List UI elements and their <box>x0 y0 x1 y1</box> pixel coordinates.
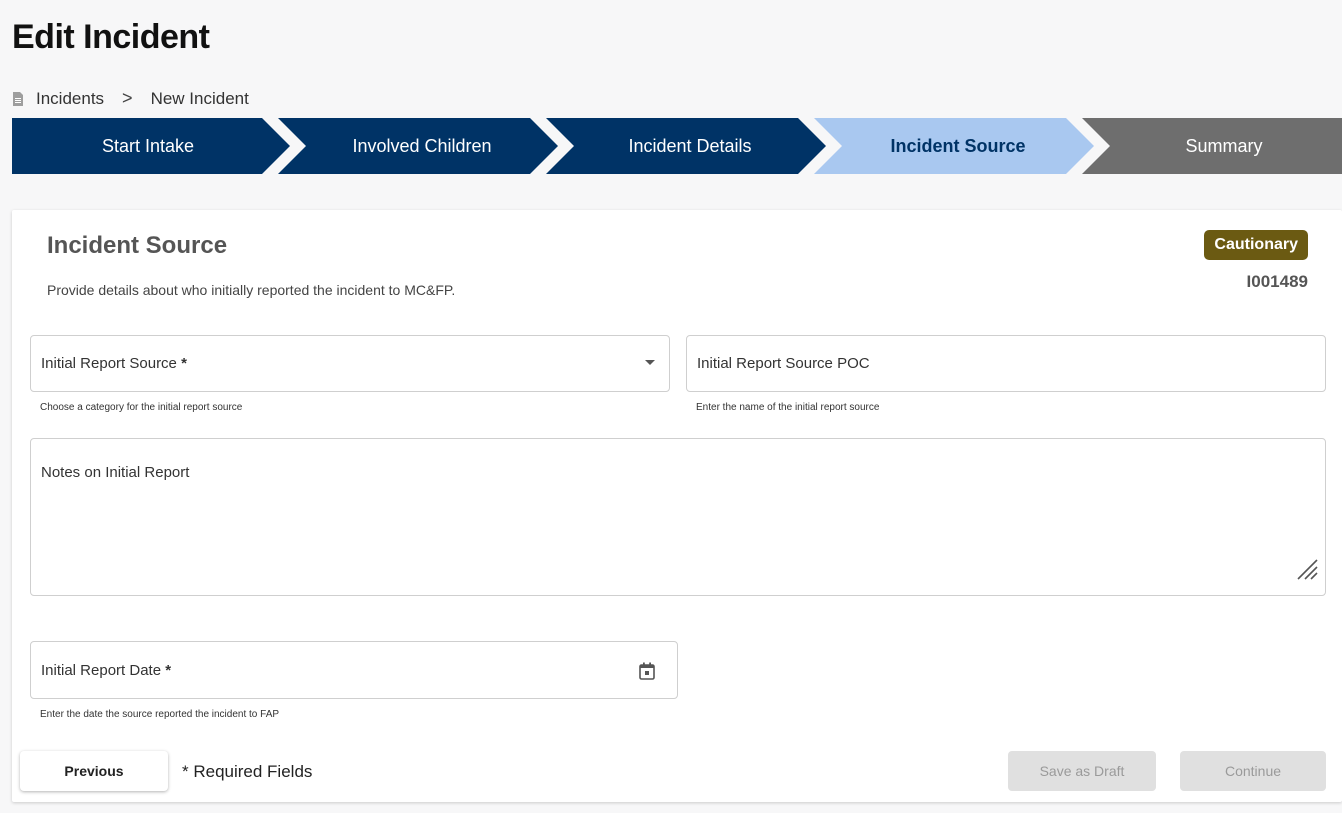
step-incident-source[interactable]: Incident Source <box>832 118 1084 174</box>
save-as-draft-button[interactable]: Save as Draft <box>1008 751 1156 791</box>
notes-on-initial-report-label: Notes on Initial Report <box>41 464 190 481</box>
chevron-down-icon <box>645 360 655 365</box>
breadcrumb-incidents-link[interactable]: Incidents <box>36 89 104 109</box>
initial-report-source-hint: Choose a category for the initial report… <box>40 402 243 413</box>
cautionary-badge: Cautionary <box>1204 230 1308 260</box>
step-summary[interactable]: Summary <box>1106 118 1342 174</box>
continue-button[interactable]: Continue <box>1180 751 1326 791</box>
step-involved-children[interactable]: Involved Children <box>296 118 548 174</box>
initial-report-source-label: Initial Report Source * <box>41 355 187 372</box>
document-icon <box>13 91 23 106</box>
section-description: Provide details about who initially repo… <box>47 282 456 298</box>
required-fields-note: * Required Fields <box>182 762 313 781</box>
initial-report-source-poc-input[interactable]: Initial Report Source POC <box>686 335 1326 392</box>
breadcrumb: Incidents > New Incident <box>12 88 249 109</box>
initial-report-source-poc-label: Initial Report Source POC <box>697 355 870 372</box>
resize-handle-icon[interactable] <box>1295 557 1319 581</box>
step-incident-details[interactable]: Incident Details <box>564 118 816 174</box>
notes-on-initial-report-textarea[interactable]: Notes on Initial Report <box>30 438 1326 596</box>
incident-id: I001489 <box>1246 272 1308 291</box>
incident-source-card: Incident Source Provide details about wh… <box>12 210 1342 802</box>
initial-report-date-label: Initial Report Date * <box>41 662 172 679</box>
previous-button[interactable]: Previous <box>20 751 168 791</box>
calendar-icon[interactable] <box>639 662 655 680</box>
section-title: Incident Source <box>47 232 228 259</box>
step-start-intake[interactable]: Start Intake <box>12 118 284 174</box>
breadcrumb-current: New Incident <box>150 88 249 108</box>
page-title: Edit Incident <box>12 18 210 56</box>
initial-report-source-poc-hint: Enter the name of the initial report sou… <box>696 402 880 413</box>
initial-report-date-input[interactable]: Initial Report Date * <box>30 641 678 699</box>
initial-report-date-hint: Enter the date the source reported the i… <box>40 709 280 720</box>
progress-stepper: Start Intake Involved Children Incident … <box>12 118 1342 174</box>
breadcrumb-separator: > <box>122 88 133 108</box>
initial-report-source-select[interactable]: Initial Report Source * <box>30 335 670 392</box>
